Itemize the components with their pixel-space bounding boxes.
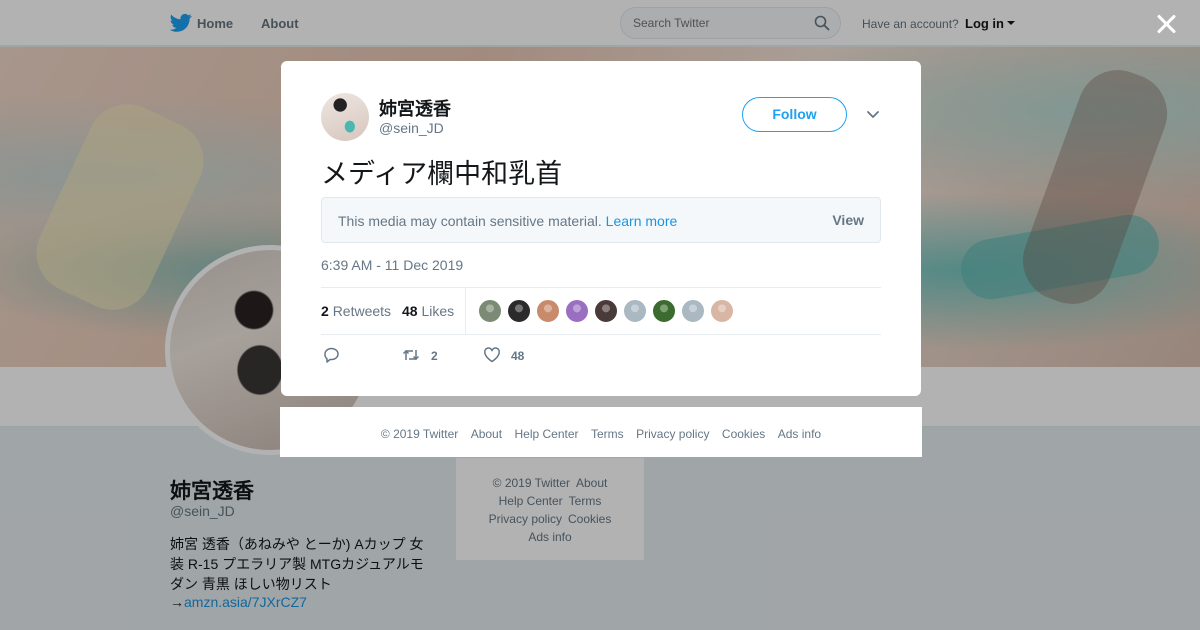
modal-footer: © 2019 Twitter About Help Center Terms P…: [280, 407, 922, 457]
liker-avatar[interactable]: [652, 299, 676, 323]
retweet-count: 2: [431, 349, 438, 363]
liker-avatar[interactable]: [594, 299, 618, 323]
chevron-down-icon[interactable]: [866, 109, 880, 121]
footer-copyright: © 2019 Twitter: [380, 427, 459, 441]
likes-count: 48: [402, 303, 418, 319]
liker-avatar[interactable]: [710, 299, 734, 323]
tweet-actions: 2 48: [321, 344, 881, 368]
liker-avatar[interactable]: [681, 299, 705, 323]
footer-ads-link[interactable]: Ads info: [778, 427, 821, 441]
retweets-stat[interactable]: 2 Retweets: [321, 303, 391, 319]
footer-cookies-link[interactable]: Cookies: [722, 427, 765, 441]
tweet-author-avatar[interactable]: [321, 93, 369, 141]
tweet-modal: 姉宮透香 @sein_JD Follow メディア欄中和乳首 This medi…: [281, 61, 921, 396]
footer-help-link[interactable]: Help Center: [515, 427, 579, 441]
stats-divider: [465, 288, 466, 335]
likes-label: Likes: [421, 303, 455, 319]
close-icon[interactable]: [1155, 12, 1179, 36]
liker-avatar[interactable]: [565, 299, 589, 323]
like-count: 48: [511, 349, 525, 363]
retweet-icon[interactable]: [402, 346, 420, 364]
tweet-text: メディア欄中和乳首: [321, 159, 563, 190]
view-media-button[interactable]: View: [832, 212, 864, 228]
reply-icon[interactable]: [323, 346, 341, 364]
tweet-stats: 2 Retweets 48 Likes: [321, 287, 881, 335]
retweets-count: 2: [321, 303, 329, 319]
liker-avatar[interactable]: [623, 299, 647, 323]
follow-button[interactable]: Follow: [742, 97, 847, 132]
footer-privacy-link[interactable]: Privacy policy: [636, 427, 709, 441]
liker-avatar[interactable]: [536, 299, 560, 323]
learn-more-link[interactable]: Learn more: [606, 213, 678, 229]
tweet-author-name[interactable]: 姉宮透香: [379, 95, 451, 121]
sensitive-warning-text: This media may contain sensitive materia…: [338, 213, 677, 229]
footer-about-link[interactable]: About: [471, 427, 502, 441]
footer-terms-link[interactable]: Terms: [591, 427, 624, 441]
tweet-timestamp[interactable]: 6:39 AM - 11 Dec 2019: [321, 257, 463, 273]
retweets-label: Retweets: [332, 303, 392, 319]
liker-avatar[interactable]: [478, 299, 502, 323]
likes-stat[interactable]: 48 Likes: [402, 303, 454, 319]
sensitive-message: This media may contain sensitive materia…: [338, 213, 602, 229]
sensitive-media-warning: This media may contain sensitive materia…: [321, 197, 881, 243]
tweet-author-handle[interactable]: @sein_JD: [379, 120, 444, 136]
liker-avatar[interactable]: [507, 299, 531, 323]
heart-icon[interactable]: [483, 346, 501, 364]
